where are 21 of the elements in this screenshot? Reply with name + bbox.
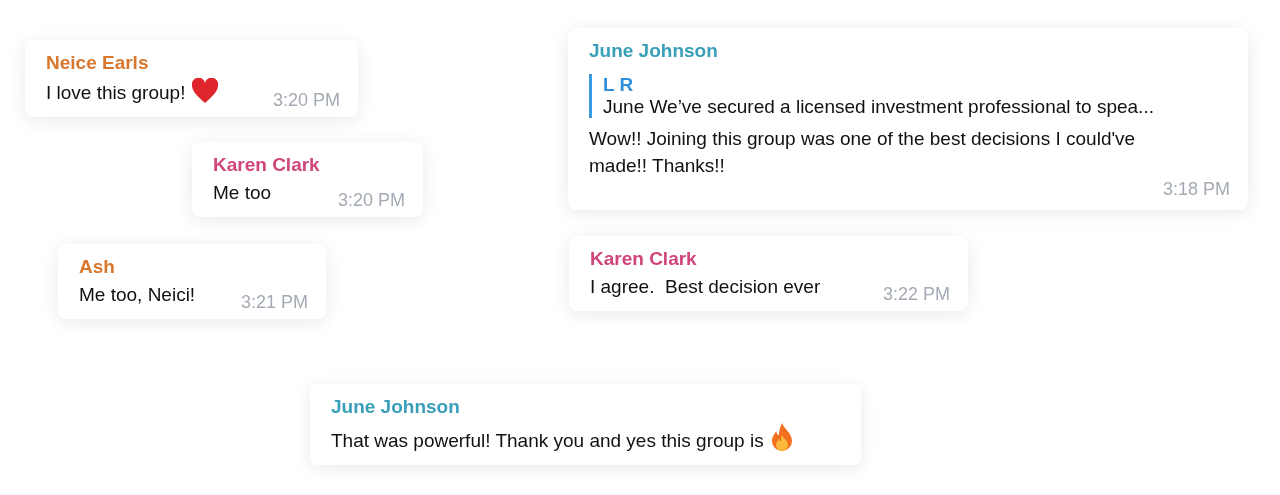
sender-name: June Johnson [331,396,460,418]
sender-name: Neice Earls [46,52,149,74]
message-text: That was powerful! Thank you and yes this group is [331,429,764,454]
quoted-message: June We’ve secured a licensed investment professional to spea... [603,96,1154,118]
sender-name: Karen Clark [590,248,697,270]
sender-name: Ash [79,256,115,278]
message-time: 3:20 PM [336,189,405,211]
flame-icon [769,422,794,452]
quoted-sender: L R [603,74,634,96]
message-time: 3:20 PM [271,90,340,111]
message-text: Wow!! Joining this group was one of the best decisions I could've made!! Thanks!! [589,127,1137,178]
message-text: Me too, Neici! [79,283,196,307]
heart-icon [191,78,220,104]
message-text: I agree. Best decision ever [590,275,821,299]
message-text: I love this group! [46,81,186,106]
message-time: 3:18 PM [1161,179,1230,201]
message-text: Me too [213,181,272,205]
sender-name: June Johnson [589,40,718,62]
sender-name: Karen Clark [213,154,320,176]
message-time: 3:21 PM [239,291,308,313]
message-time: 3:22 PM [881,283,950,305]
